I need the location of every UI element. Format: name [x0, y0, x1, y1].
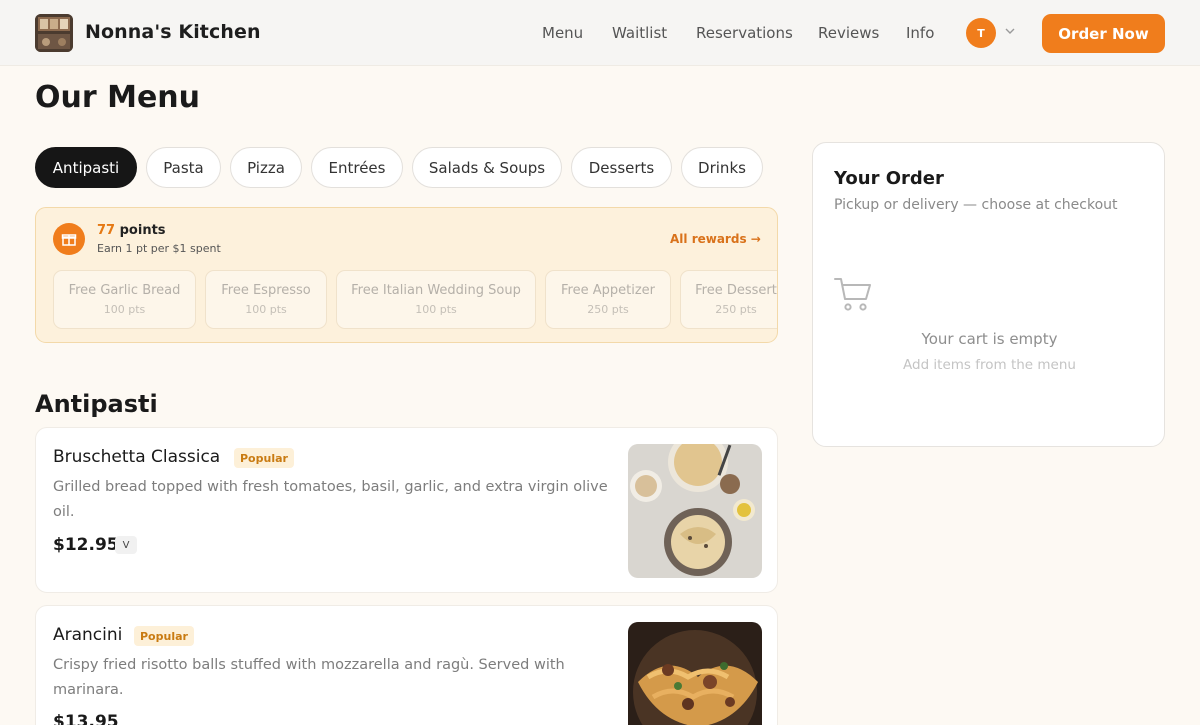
- tab-antipasti[interactable]: Antipasti: [35, 147, 137, 188]
- order-title: Your Order: [834, 168, 944, 189]
- item-photo[interactable]: [628, 444, 762, 578]
- item-photo[interactable]: [628, 622, 762, 725]
- chevron-down-icon[interactable]: [1003, 24, 1017, 38]
- reward-points: 250 pts: [715, 303, 757, 316]
- order-subtitle: Pickup or delivery — choose at checkout: [834, 197, 1118, 213]
- item-name: Arancini: [53, 625, 123, 645]
- tab-entrees[interactable]: Entrées: [311, 147, 403, 188]
- item-description: Crispy fried risotto balls stuffed with …: [53, 657, 565, 698]
- popular-badge: Popular: [234, 448, 294, 468]
- rewards-panel: 77 points Earn 1 pt per $1 spent All rew…: [35, 207, 778, 343]
- reward-card[interactable]: Free Garlic Bread 100 pts: [53, 270, 196, 329]
- nav-link-info[interactable]: Info: [906, 24, 934, 42]
- nav-link-waitlist[interactable]: Waitlist: [612, 24, 667, 42]
- menu-item-card[interactable]: Arancini Popular Crispy fried risotto ba…: [35, 605, 778, 725]
- order-panel: Your Order Pickup or delivery — choose a…: [812, 142, 1165, 447]
- nav-link-reservations[interactable]: Reservations: [696, 24, 793, 42]
- item-description: Grilled bread topped with fresh tomatoes…: [53, 479, 608, 520]
- top-nav-bar: Nonna's Kitchen Menu Waitlist Reservatio…: [0, 0, 1200, 66]
- empty-cart-title: Your cart is empty: [921, 330, 1058, 348]
- popular-badge: Popular: [134, 626, 194, 646]
- tab-pizza[interactable]: Pizza: [230, 147, 302, 188]
- points-balance: 77 points: [97, 223, 166, 238]
- reward-name: Free Garlic Bread: [68, 283, 181, 298]
- user-avatar[interactable]: T: [966, 18, 996, 48]
- brand-name[interactable]: Nonna's Kitchen: [85, 21, 261, 43]
- nav-link-reviews[interactable]: Reviews: [818, 24, 879, 42]
- vegetarian-badge: V: [115, 536, 137, 554]
- reward-card[interactable]: Free Italian Wedding Soup 100 pts: [336, 270, 536, 329]
- section-title: Antipasti: [35, 390, 158, 418]
- arrow-right-icon: →: [750, 232, 761, 246]
- earn-rate-text: Earn 1 pt per $1 spent: [97, 242, 221, 255]
- tab-salads-soups[interactable]: Salads & Soups: [412, 147, 562, 188]
- item-price: $12.95: [53, 535, 119, 555]
- all-rewards-link[interactable]: All rewards →: [670, 232, 761, 246]
- reward-card[interactable]: Free Appetizer 250 pts: [545, 270, 671, 329]
- reward-points: 250 pts: [587, 303, 629, 316]
- points-label: points: [119, 223, 166, 238]
- reward-points: 100 pts: [415, 303, 457, 316]
- tab-pasta[interactable]: Pasta: [146, 147, 221, 188]
- order-now-button[interactable]: Order Now: [1042, 14, 1165, 53]
- reward-name: Free Espresso: [221, 283, 311, 298]
- tab-desserts[interactable]: Desserts: [571, 147, 672, 188]
- reward-points: 100 pts: [245, 303, 287, 316]
- tab-drinks[interactable]: Drinks: [681, 147, 763, 188]
- nav-link-menu[interactable]: Menu: [542, 24, 583, 42]
- reward-name: Free Dessert: [695, 283, 777, 298]
- gift-icon: [53, 223, 85, 255]
- shopping-cart-icon: [834, 278, 871, 311]
- restaurant-logo[interactable]: [35, 14, 73, 52]
- reward-name: Free Italian Wedding Soup: [351, 283, 521, 298]
- reward-points: 100 pts: [103, 303, 146, 316]
- reward-name: Free Appetizer: [561, 283, 655, 298]
- item-name: Bruschetta Classica: [53, 447, 221, 467]
- item-price: $13.95: [53, 712, 119, 725]
- page-title: Our Menu: [35, 80, 201, 115]
- all-rewards-label: All rewards: [670, 232, 747, 246]
- empty-cart-subtitle: Add items from the menu: [903, 357, 1076, 373]
- reward-card[interactable]: Free Espresso 100 pts: [205, 270, 327, 329]
- points-value: 77: [97, 223, 116, 238]
- reward-card[interactable]: Free Dessert 250 pts: [680, 270, 777, 329]
- menu-item-card[interactable]: Bruschetta Classica Popular Grilled brea…: [35, 427, 778, 593]
